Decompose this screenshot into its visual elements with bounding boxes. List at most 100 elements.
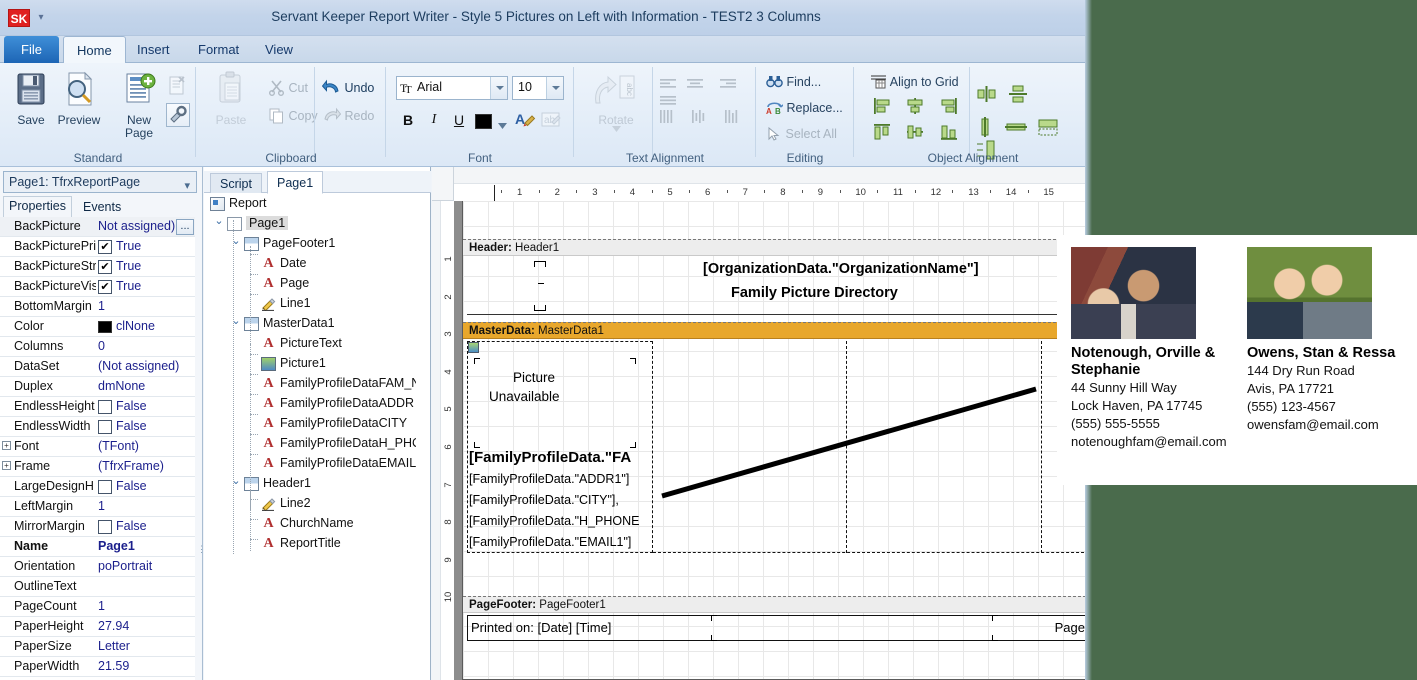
tree-node-familyprofiledatah-phc[interactable]: A FamilyProfileDataH_PHC	[204, 434, 416, 454]
properties-list[interactable]: BackPicture Not assigned)... BackPicturePr…	[0, 217, 195, 680]
property-row-outlinetext[interactable]: OutlineText	[0, 577, 195, 597]
tab-script[interactable]: Script	[210, 173, 262, 193]
redo-button[interactable]: Redo	[322, 105, 374, 127]
rotate-dropdown-arrow[interactable]	[612, 121, 621, 135]
picture-text-line1[interactable]: Picture	[513, 370, 555, 385]
rotate-button[interactable]: abc Rotate	[584, 73, 648, 132]
tree-node-familyprofiledataemail[interactable]: A FamilyProfileDataEMAIL	[204, 454, 416, 474]
property-row-columns[interactable]: Columns 0	[0, 337, 195, 357]
property-value[interactable]: Page1	[98, 539, 193, 556]
font-color-dropdown-arrow[interactable]	[498, 118, 507, 132]
preview-button[interactable]: Preview	[52, 71, 106, 127]
cut-button[interactable]: Cut	[268, 77, 308, 99]
picture-text-line2[interactable]: Unavailable	[489, 389, 560, 404]
property-checkbox[interactable]: ✔	[98, 280, 112, 294]
align-objects-top-button[interactable]	[872, 123, 902, 144]
tree-node-familyprofiledataaddr[interactable]: A FamilyProfileDataADDR	[204, 394, 416, 414]
tree-node-line1[interactable]: Line1	[204, 294, 416, 314]
italic-button[interactable]: I	[424, 110, 444, 130]
panel-resize-grip[interactable]: ⋮⋮	[197, 545, 214, 569]
select-all-button[interactable]: Select All	[766, 123, 837, 145]
tree-node-familyprofiledatafam-n[interactable]: A FamilyProfileDataFAM_N	[204, 374, 416, 394]
tab-view[interactable]: View	[252, 36, 306, 63]
expand-icon[interactable]: +	[2, 441, 11, 450]
printed-on-object[interactable]: Printed on: [Date] [Time]	[471, 620, 611, 635]
valign-top-button[interactable]	[658, 109, 687, 128]
property-value[interactable]: (TFont)	[98, 439, 193, 456]
line2-object[interactable]	[534, 261, 546, 311]
chevron-expand-icon[interactable]: ⌄	[213, 216, 225, 230]
font-name-dropdown-arrow[interactable]	[490, 77, 507, 99]
font-size-combo[interactable]: 10	[512, 76, 564, 100]
property-checkbox[interactable]: ✔	[98, 260, 112, 274]
align-objects-bottom-button[interactable]	[939, 123, 969, 144]
church-name-object[interactable]: [OrganizationData."OrganizationName"]	[703, 261, 979, 277]
align-objects-right-button[interactable]	[939, 97, 969, 118]
property-value[interactable]: 1	[98, 599, 193, 616]
tab-format[interactable]: Format	[185, 36, 252, 63]
property-checkbox[interactable]	[98, 420, 112, 434]
paste-button[interactable]: Paste	[204, 71, 258, 127]
property-value[interactable]: Letter	[98, 639, 193, 656]
property-checkbox[interactable]	[98, 480, 112, 494]
family-entry-1[interactable]: Notenough, Orville & Stephanie 44 Sunny …	[1071, 247, 1231, 451]
property-row-frame[interactable]: + Frame (TfrxFrame)	[0, 457, 195, 477]
property-value[interactable]: (Not assigned)	[98, 359, 193, 376]
property-checkbox[interactable]	[98, 400, 112, 414]
band-header-header1[interactable]: Header: Header1	[463, 239, 1091, 256]
property-row-bottommargin[interactable]: BottomMargin 1	[0, 297, 195, 317]
property-row-backpicturevis[interactable]: BackPictureVis ✔ True	[0, 277, 195, 297]
font-color-button[interactable]: A	[514, 110, 536, 132]
property-row-pagecount[interactable]: PageCount 1	[0, 597, 195, 617]
property-value[interactable]: poPortrait	[98, 559, 193, 576]
tab-home[interactable]: Home	[63, 36, 126, 64]
property-row-backpicturestr[interactable]: BackPictureStr ✔ True	[0, 257, 195, 277]
underline-button[interactable]: U	[449, 110, 469, 130]
field-email[interactable]: [FamilyProfileData."EMAIL1"]	[469, 535, 631, 549]
tab-events[interactable]: Events	[78, 198, 126, 217]
property-value[interactable]: 1	[98, 499, 193, 516]
replace-button[interactable]: A B Replace...	[766, 97, 843, 119]
property-value[interactable]	[98, 579, 193, 596]
align-right-button[interactable]	[718, 77, 747, 94]
chevron-expand-icon[interactable]: ⌄	[230, 476, 242, 490]
property-row-duplex[interactable]: Duplex dmNone	[0, 377, 195, 397]
tree-node-picturetext[interactable]: A PictureText	[204, 334, 416, 354]
font-name-combo[interactable]: T T Arial	[396, 76, 508, 100]
tree-node-page[interactable]: A Page	[204, 274, 416, 294]
property-row-papersize[interactable]: PaperSize Letter	[0, 637, 195, 657]
tree-node-churchname[interactable]: A ChurchName	[204, 514, 416, 534]
tree-node-picture1[interactable]: Picture1	[204, 354, 416, 374]
delete-page-button[interactable]	[166, 75, 188, 97]
object-selector-combo[interactable]: Page1: TfrxReportPage ▾	[3, 171, 197, 193]
property-row-backpicturepri[interactable]: BackPicturePri ✔ True	[0, 237, 195, 257]
band-header-masterdata1[interactable]: MasterData: MasterData1	[463, 322, 1091, 339]
undo-button[interactable]: Undo	[321, 77, 374, 99]
align-objects-hcenter-button[interactable]	[905, 97, 935, 118]
highlight-button[interactable]: ab	[540, 110, 562, 132]
expand-icon[interactable]: +	[2, 461, 11, 470]
same-height-button[interactable]	[1005, 117, 1033, 140]
tree-node-line2[interactable]: Line2	[204, 494, 416, 514]
report-page-canvas[interactable]: Header: Header1 [OrganizationData."Organ…	[462, 201, 1092, 680]
object-tree[interactable]: Report ⌄ Page1 ⌄ PageFooter1 A Date A Page Line1 ⌄…	[204, 194, 416, 680]
tree-node-pagefooter1[interactable]: ⌄ PageFooter1	[204, 234, 416, 254]
property-checkbox[interactable]: ✔	[98, 240, 112, 254]
copy-button[interactable]: Copy	[268, 105, 318, 127]
new-page-button[interactable]: New Page	[112, 71, 166, 140]
same-size-button[interactable]	[1037, 117, 1065, 140]
font-size-dropdown-arrow[interactable]	[546, 77, 563, 99]
property-row-color[interactable]: Color clNone	[0, 317, 195, 337]
property-row-endlesswidth[interactable]: EndlessWidth False	[0, 417, 195, 437]
property-row-font[interactable]: + Font (TFont)	[0, 437, 195, 457]
family-entry-2[interactable]: Owens, Stan & Ressa 144 Dry Run Road Avi…	[1247, 247, 1407, 434]
tab-insert[interactable]: Insert	[124, 36, 183, 63]
property-row-mirrormargin[interactable]: MirrorMargin False	[0, 517, 195, 537]
font-color-swatch[interactable]	[475, 114, 492, 129]
property-row-name[interactable]: Name Page1	[0, 537, 195, 557]
center-vertically-button[interactable]	[1007, 85, 1035, 106]
preview-report-output[interactable]: Notenough, Orville & Stephanie 44 Sunny …	[1057, 235, 1417, 485]
picture1-object-marker[interactable]	[468, 342, 479, 353]
property-value[interactable]: 21.59	[98, 659, 193, 676]
bold-button[interactable]: B	[398, 110, 418, 130]
